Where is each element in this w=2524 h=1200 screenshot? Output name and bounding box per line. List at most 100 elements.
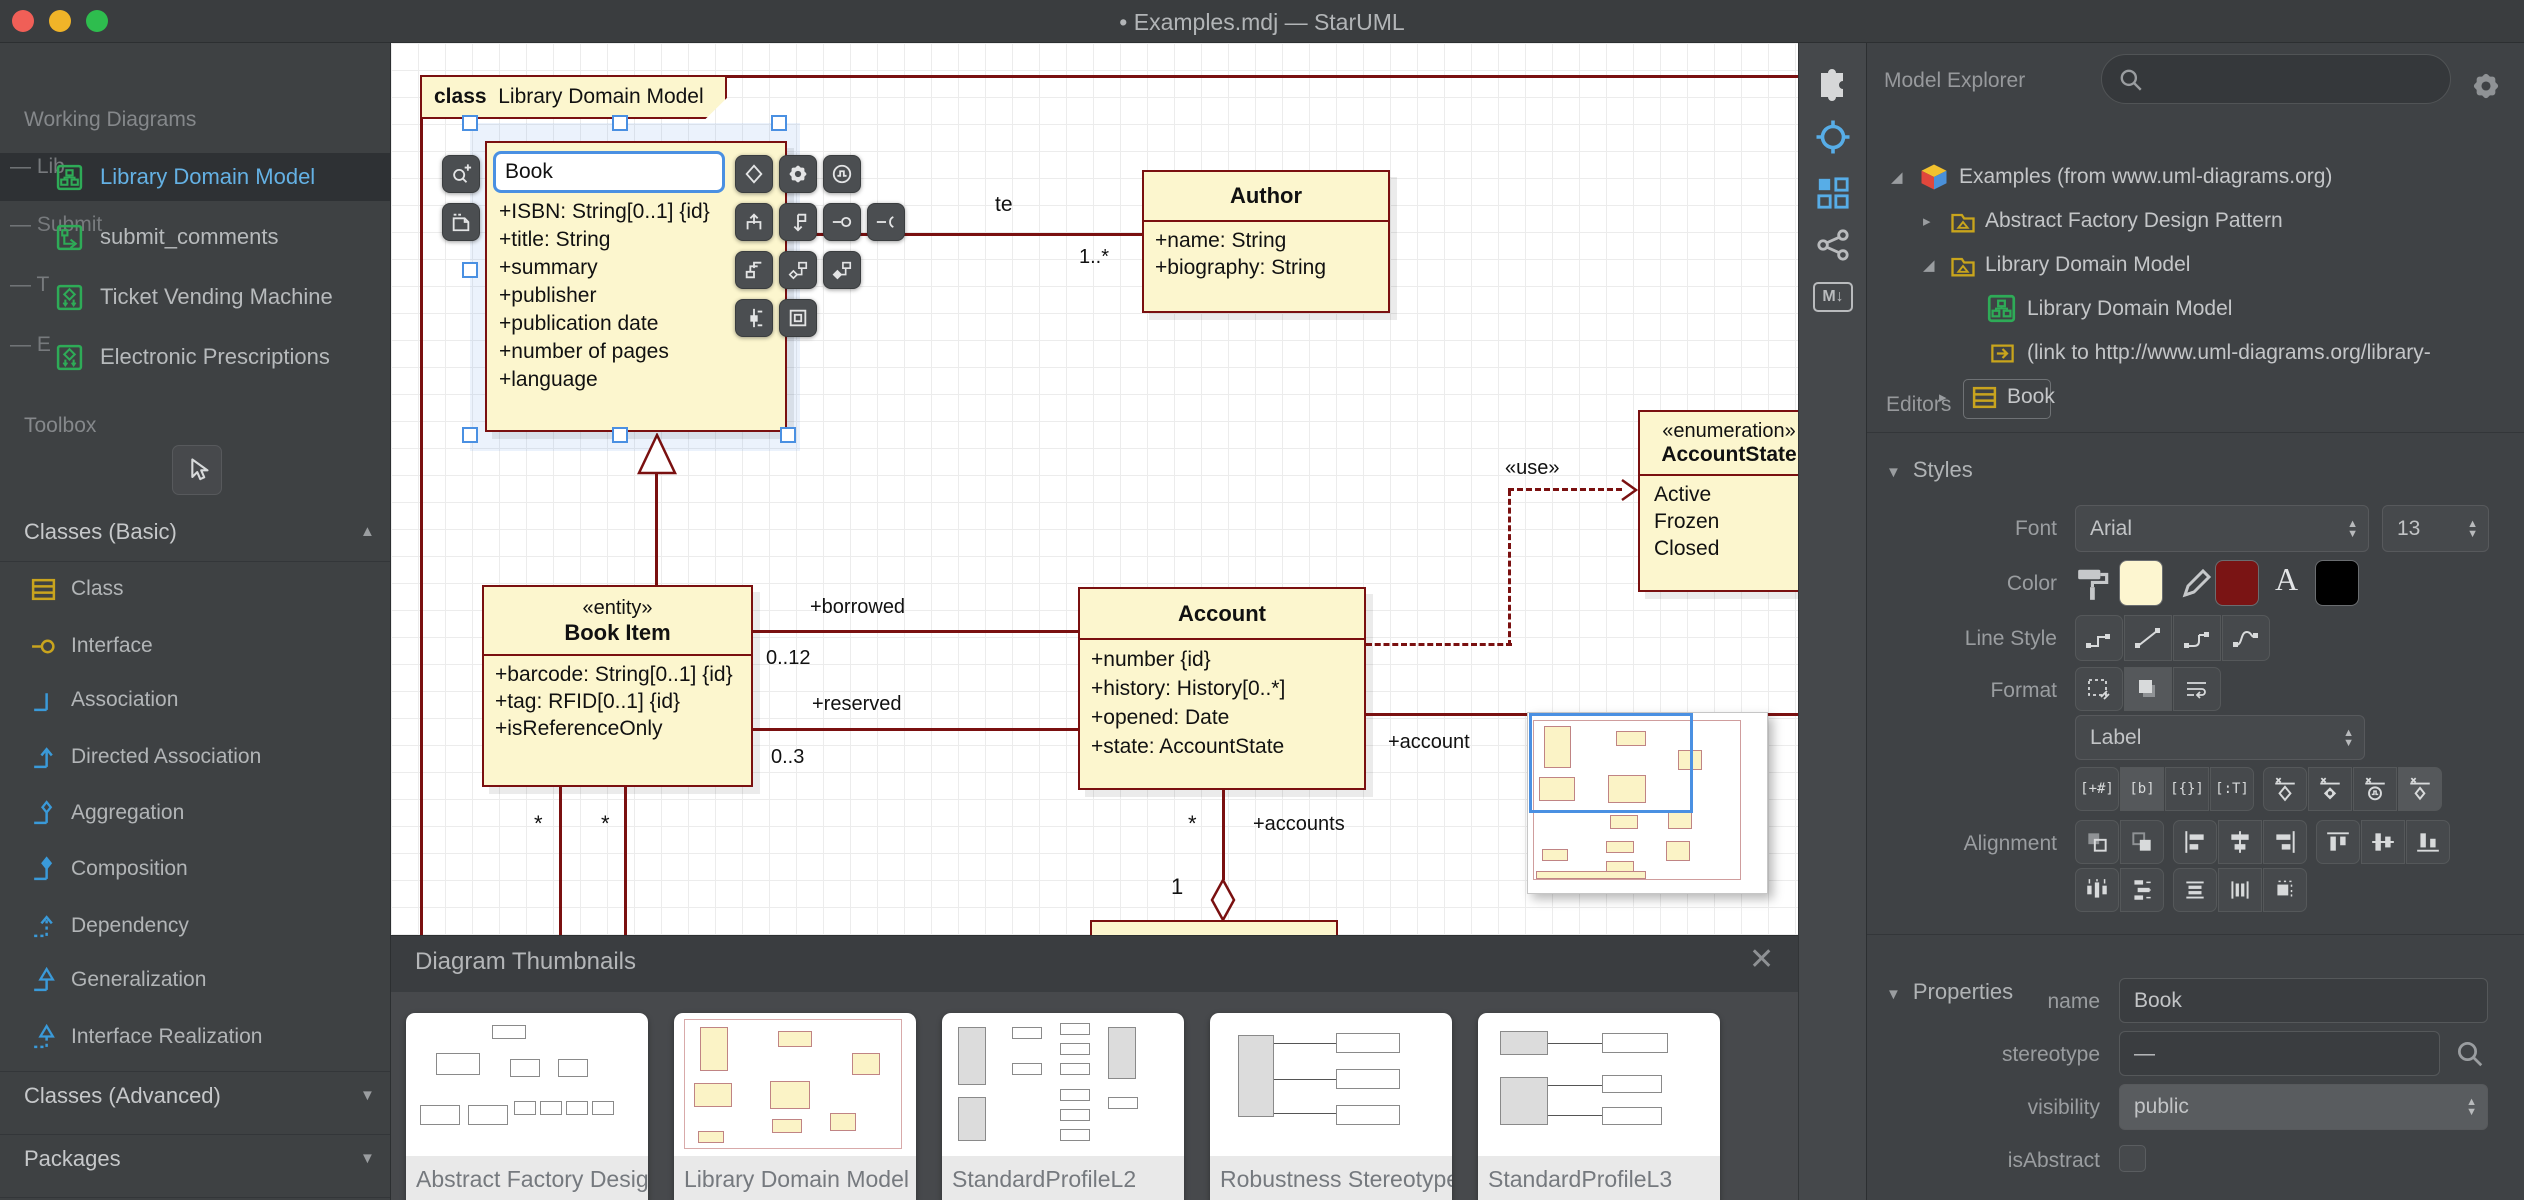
align-left-button[interactable]	[2173, 820, 2217, 864]
add-part-button[interactable]	[779, 299, 817, 337]
thumbnail-library-domain-model[interactable]: Library Domain Model	[674, 1013, 916, 1200]
account-role-label[interactable]: +account	[1388, 731, 1470, 754]
font-family-dropdown[interactable]: Arial ▲ ▼	[2075, 505, 2369, 552]
show-visibility-button[interactable]: [+#]	[2075, 767, 2119, 811]
class-author[interactable]: Author +name: String +biography: String	[1142, 170, 1390, 313]
tool-association[interactable]: Association	[0, 678, 390, 724]
fill-color-swatch[interactable]	[2119, 560, 2163, 606]
bring-to-front-button[interactable]	[2120, 820, 2164, 864]
add-required-interface-button[interactable]	[867, 203, 905, 241]
working-diagram-item-ticket-vending-machine[interactable]: Ticket Vending Machine — T	[0, 273, 390, 321]
name-input[interactable]	[2119, 978, 2488, 1023]
font-color-letter-icon[interactable]: A	[2275, 561, 2298, 598]
tool-class[interactable]: Class	[0, 567, 390, 613]
fill-color-roller-icon[interactable]	[2075, 565, 2113, 603]
thumbnail-standardprofilel2[interactable]: StandardProfileL2	[942, 1013, 1184, 1200]
tree-item-library-domain-model-package[interactable]: ◢ Library Domain Model	[1867, 244, 2524, 288]
model-explorer-settings-button[interactable]	[2470, 70, 2502, 107]
styles-section-header[interactable]: ▼ Styles	[1886, 457, 1973, 483]
tool-directed-association[interactable]: Directed Association	[0, 735, 390, 781]
multiplicity-label[interactable]: *	[534, 811, 543, 837]
toolbox-section-packages[interactable]: Packages ▼	[0, 1138, 390, 1182]
tool-interface[interactable]: Interface	[0, 624, 390, 670]
add-signal-button[interactable]	[779, 203, 817, 241]
author-multiplicity-label[interactable]: 1..*	[1079, 246, 1109, 269]
tool-composition[interactable]: Composition	[0, 847, 390, 893]
borrowed-multiplicity-label[interactable]: 0..12	[766, 647, 810, 670]
use-dependency-segment[interactable]	[1366, 643, 1512, 646]
working-diagram-item-electronic-prescriptions[interactable]: Electronic Prescriptions — E	[0, 333, 390, 381]
class-library-top-edge[interactable]	[1090, 920, 1338, 936]
tree-item-library-domain-model-diagram[interactable]: Library Domain Model	[1867, 288, 2524, 332]
reserved-association-line[interactable]	[753, 728, 1079, 731]
suppress-operations-button[interactable]	[2308, 767, 2352, 811]
add-constraint-button[interactable]	[735, 155, 773, 193]
tool-generalization[interactable]: Generalization	[0, 958, 390, 1004]
align-center-button[interactable]	[2218, 820, 2262, 864]
selection-handle-bottom-left[interactable]	[462, 427, 478, 443]
class-book-item[interactable]: «entity» Book Item +barcode: String[0..1…	[482, 585, 753, 787]
working-diagram-item-library-domain-model[interactable]: Library Domain Model — Lib	[0, 153, 390, 201]
add-provided-interface-button[interactable]	[823, 203, 861, 241]
selection-handle-top-middle[interactable]	[612, 115, 628, 131]
selection-handle-bottom-middle[interactable]	[612, 427, 628, 443]
thumbnail-robustness-stereotypes[interactable]: Robustness Stereotypes	[1210, 1013, 1452, 1200]
borrowed-association-line[interactable]	[753, 630, 1079, 633]
show-namespace-button[interactable]: [b]	[2120, 767, 2164, 811]
search-input[interactable]	[2154, 59, 2434, 99]
stereotype-display-dropdown[interactable]: Label ▲ ▼	[2075, 715, 2365, 760]
tool-interface-realization[interactable]: Interface Realization	[0, 1015, 390, 1061]
add-sub-diagram-button[interactable]	[442, 155, 480, 193]
suppress-attributes-button[interactable]	[2263, 767, 2307, 811]
selection-handle-bottom-right[interactable]	[780, 427, 796, 443]
class-account[interactable]: Account +number {id} +history: History[0…	[1078, 587, 1366, 790]
minimap-viewport[interactable]	[1529, 713, 1693, 813]
class-name-edit-field[interactable]	[493, 151, 725, 193]
use-dependency-segment[interactable]	[1508, 488, 1622, 491]
line-color-swatch[interactable]	[2215, 560, 2259, 606]
layout-button[interactable]	[1813, 173, 1853, 213]
selection-handle-middle-left[interactable]	[462, 262, 478, 278]
add-state-button[interactable]	[823, 155, 861, 193]
tree-item-abstract-factory[interactable]: ▸ Abstract Factory Design Pattern	[1867, 200, 2524, 244]
show-property-button[interactable]: [{}]	[2165, 767, 2209, 811]
font-color-swatch[interactable]	[2315, 560, 2359, 606]
suppress-literals-button[interactable]	[2398, 767, 2442, 811]
use-keyword-label[interactable]: «use»	[1505, 457, 1560, 480]
caret-collapsed-icon[interactable]: ▸	[1923, 212, 1931, 230]
diagram-frame-label[interactable]: class Library Domain Model	[420, 75, 727, 119]
accounts-role-label[interactable]: +accounts	[1253, 813, 1345, 836]
add-port-button[interactable]	[735, 299, 773, 337]
markdown-button[interactable]: M↓	[1813, 277, 1853, 317]
reserved-role-label[interactable]: +reserved	[812, 693, 902, 716]
diagram-canvas[interactable]: class Library Domain Model te 1..* +ISBN…	[391, 43, 1798, 1200]
stereotype-search-icon[interactable]	[2455, 1039, 2485, 1069]
add-containment-button[interactable]	[735, 251, 773, 289]
use-dependency-segment[interactable]	[1508, 490, 1511, 646]
accounts-multiplicity-label[interactable]: *	[1188, 811, 1197, 837]
stereotype-input[interactable]	[2119, 1031, 2440, 1076]
book-item-association-line-left[interactable]	[559, 787, 562, 935]
borrowed-role-label[interactable]: +borrowed	[810, 596, 905, 619]
tree-item-hyperlink[interactable]: (link to http://www.uml-diagrams.org/lib…	[1867, 332, 2524, 376]
tool-aggregation[interactable]: Aggregation	[0, 791, 390, 837]
line-style-rectilinear-button[interactable]	[2075, 615, 2123, 661]
font-size-stepper[interactable]: 13 ▲ ▼	[2382, 505, 2489, 552]
caret-expanded-icon[interactable]: ◢	[1923, 256, 1935, 274]
generalization-line[interactable]	[655, 473, 658, 586]
selection-handle-top-right[interactable]	[771, 115, 787, 131]
working-diagram-item-submit-comments[interactable]: submit_comments — Submit	[0, 213, 390, 261]
suppress-receptions-button[interactable]	[2353, 767, 2397, 811]
add-composition-button[interactable]	[823, 251, 861, 289]
same-height-button[interactable]	[2173, 868, 2217, 912]
accounts-aggregation-line[interactable]	[1222, 790, 1225, 880]
caret-expanded-icon[interactable]: ◢	[1891, 168, 1903, 186]
visibility-dropdown[interactable]: public ▲ ▼	[2119, 1084, 2488, 1130]
toolbox-section-classes-basic[interactable]: Classes (Basic) ▲	[0, 511, 390, 555]
format-word-wrap-button[interactable]	[2173, 667, 2221, 711]
selection-handle-top-left[interactable]	[462, 115, 478, 131]
add-note-button[interactable]	[442, 203, 480, 241]
line-style-curve-button[interactable]	[2222, 615, 2270, 661]
tree-item-book[interactable]: ▸ Book	[1867, 376, 2524, 420]
same-width-button[interactable]	[2218, 868, 2262, 912]
